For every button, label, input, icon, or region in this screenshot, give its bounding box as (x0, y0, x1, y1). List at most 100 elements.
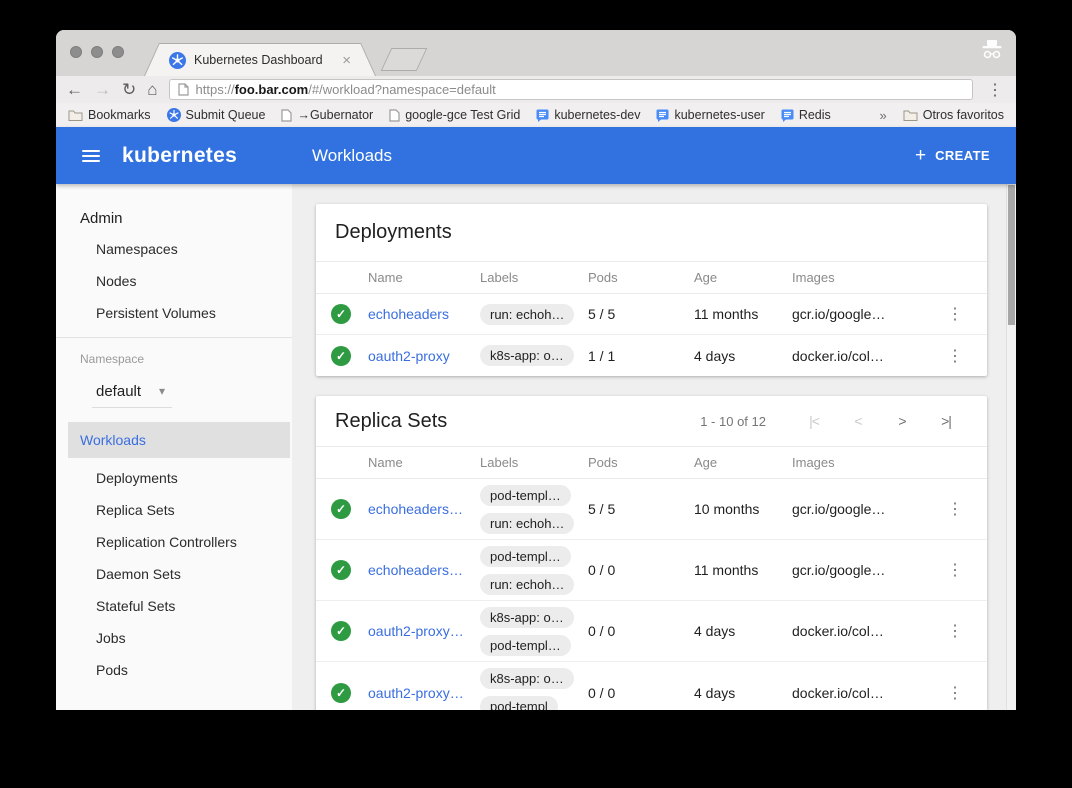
kubernetes-brand: kubernetes (122, 144, 237, 168)
table-header: Name Labels Pods Age Images (316, 261, 987, 294)
label-chip: k8s-app: o… (480, 345, 574, 366)
resource-link[interactable]: echoheaders… (368, 562, 472, 578)
reload-icon[interactable]: ↻ (122, 81, 136, 98)
hamburger-menu-icon[interactable] (82, 147, 100, 165)
workloads-nav-list: DeploymentsReplica SetsReplication Contr… (56, 462, 292, 686)
app-header: kubernetes Workloads + CREATE (56, 127, 1016, 184)
bookmark-item[interactable]: Submit Queue (167, 108, 266, 122)
pods-cell: 5 / 5 (588, 501, 694, 517)
bookmark-item[interactable]: kubernetes-dev (536, 108, 640, 122)
status-ok-icon (331, 560, 351, 580)
pods-cell: 1 / 1 (588, 348, 694, 364)
last-page-icon[interactable]: >| (924, 413, 968, 429)
age-cell: 11 months (694, 562, 792, 578)
home-icon[interactable]: ⌂ (147, 81, 157, 98)
bookmark-folder[interactable]: Bookmarks (68, 108, 151, 122)
namespace-label: Namespace (80, 352, 292, 366)
table-row: oauth2-proxy… k8s-app: o…pod-templ… 0 / … (316, 601, 987, 662)
age-cell: 4 days (694, 685, 792, 701)
namespace-select[interactable]: default (92, 382, 172, 408)
sidebar-item[interactable]: Replication Controllers (56, 526, 292, 558)
page-icon (281, 109, 292, 122)
table-header: Name Labels Pods Age Images (316, 446, 987, 479)
create-button[interactable]: + CREATE (915, 146, 990, 165)
bookmark-item[interactable]: google-gce Test Grid (389, 108, 520, 122)
forward-icon[interactable]: → (94, 81, 111, 98)
replica-sets-card: Replica Sets 1 - 10 of 12 |< < > >| Name… (316, 396, 987, 710)
scrollbar[interactable] (1006, 184, 1016, 710)
minimize-window-button[interactable] (91, 46, 103, 58)
bookmark-folder[interactable]: Otros favoritos (903, 108, 1004, 122)
age-cell: 10 months (694, 501, 792, 517)
zoom-window-button[interactable] (112, 46, 124, 58)
status-ok-icon (331, 499, 351, 519)
sidebar-item-admin[interactable]: Admin (56, 204, 292, 233)
resource-link[interactable]: echoheaders… (368, 501, 472, 517)
label-chip: run: echoh… (480, 304, 574, 325)
browser-menu-icon[interactable]: ⋮ (984, 80, 1006, 100)
sidebar-item[interactable]: Persistent Volumes (56, 297, 292, 329)
sidebar-item[interactable]: Pods (56, 654, 292, 686)
label-chip: pod-templ… (480, 485, 571, 506)
kebab-menu-icon[interactable] (941, 623, 969, 640)
resource-link[interactable]: oauth2-proxy… (368, 685, 472, 701)
scrollbar-thumb[interactable] (1008, 185, 1015, 325)
card-title: Replica Sets (335, 410, 447, 433)
plus-icon: + (915, 146, 926, 165)
table-row: echoheaders… pod-templ…run: echoh… 0 / 0… (316, 540, 987, 601)
pagination-range: 1 - 10 of 12 (700, 414, 766, 429)
deployments-card: Deployments Name Labels Pods Age Images (316, 204, 987, 376)
sidebar-item[interactable]: Deployments (56, 462, 292, 494)
chat-icon (536, 109, 549, 122)
folder-icon (903, 109, 918, 121)
labels-cell: pod-templ…run: echoh… (480, 485, 588, 534)
images-cell: gcr.io/google… (792, 501, 941, 517)
sidebar-item-workloads[interactable]: Workloads (68, 422, 290, 458)
kebab-menu-icon[interactable] (941, 306, 969, 323)
previous-page-icon[interactable]: < (836, 413, 880, 429)
bookmark-item[interactable]: →Gubernator (281, 108, 373, 122)
back-icon[interactable]: ← (66, 81, 83, 98)
resource-link[interactable]: oauth2-proxy… (368, 623, 472, 639)
table-row: oauth2-proxy k8s-app: o… 1 / 1 4 days do… (316, 335, 987, 376)
status-ok-icon (331, 621, 351, 641)
sidebar-item[interactable]: Nodes (56, 265, 292, 297)
kebab-menu-icon[interactable] (941, 348, 969, 365)
kebab-menu-icon[interactable] (941, 685, 969, 702)
kebab-menu-icon[interactable] (941, 501, 969, 518)
labels-cell: k8s-app: o…pod-templ (480, 668, 588, 710)
card-title: Deployments (335, 221, 452, 244)
close-window-button[interactable] (70, 46, 82, 58)
new-tab-button[interactable] (381, 48, 428, 71)
age-cell: 4 days (694, 348, 792, 364)
browser-tab[interactable]: Kubernetes Dashboard × (144, 43, 376, 76)
first-page-icon[interactable]: |< (792, 413, 836, 429)
main-content: Deployments Name Labels Pods Age Images (292, 184, 1016, 710)
kebab-menu-icon[interactable] (941, 562, 969, 579)
bookmarks-overflow-chevron[interactable]: » (879, 108, 886, 123)
chat-icon (656, 109, 669, 122)
bookmark-item[interactable]: kubernetes-user (656, 108, 764, 122)
age-cell: 4 days (694, 623, 792, 639)
folder-icon (68, 109, 83, 121)
sidebar-item[interactable]: Daemon Sets (56, 558, 292, 590)
resource-link[interactable]: oauth2-proxy (368, 348, 472, 364)
admin-nav-list: NamespacesNodesPersistent Volumes (56, 233, 292, 329)
url-text: https://foo.bar.com/#/workload?namespace… (196, 82, 496, 97)
images-cell: docker.io/col… (792, 348, 941, 364)
images-cell: docker.io/col… (792, 685, 941, 701)
bookmark-item[interactable]: Redis (781, 108, 831, 122)
sidebar-item[interactable]: Replica Sets (56, 494, 292, 526)
sidebar-item[interactable]: Namespaces (56, 233, 292, 265)
next-page-icon[interactable]: > (880, 413, 924, 429)
address-bar[interactable]: https://foo.bar.com/#/workload?namespace… (169, 79, 973, 100)
sidebar-item[interactable]: Stateful Sets (56, 590, 292, 622)
pods-cell: 0 / 0 (588, 562, 694, 578)
sidebar-item[interactable]: Jobs (56, 622, 292, 654)
table-row: echoheaders… pod-templ…run: echoh… 5 / 5… (316, 479, 987, 540)
status-ok-icon (331, 304, 351, 324)
close-tab-icon[interactable]: × (342, 53, 351, 68)
browser-toolbar: ← → ↻ ⌂ https://foo.bar.com/#/workload?n… (56, 76, 1016, 103)
page-icon (178, 83, 189, 96)
resource-link[interactable]: echoheaders (368, 306, 472, 322)
